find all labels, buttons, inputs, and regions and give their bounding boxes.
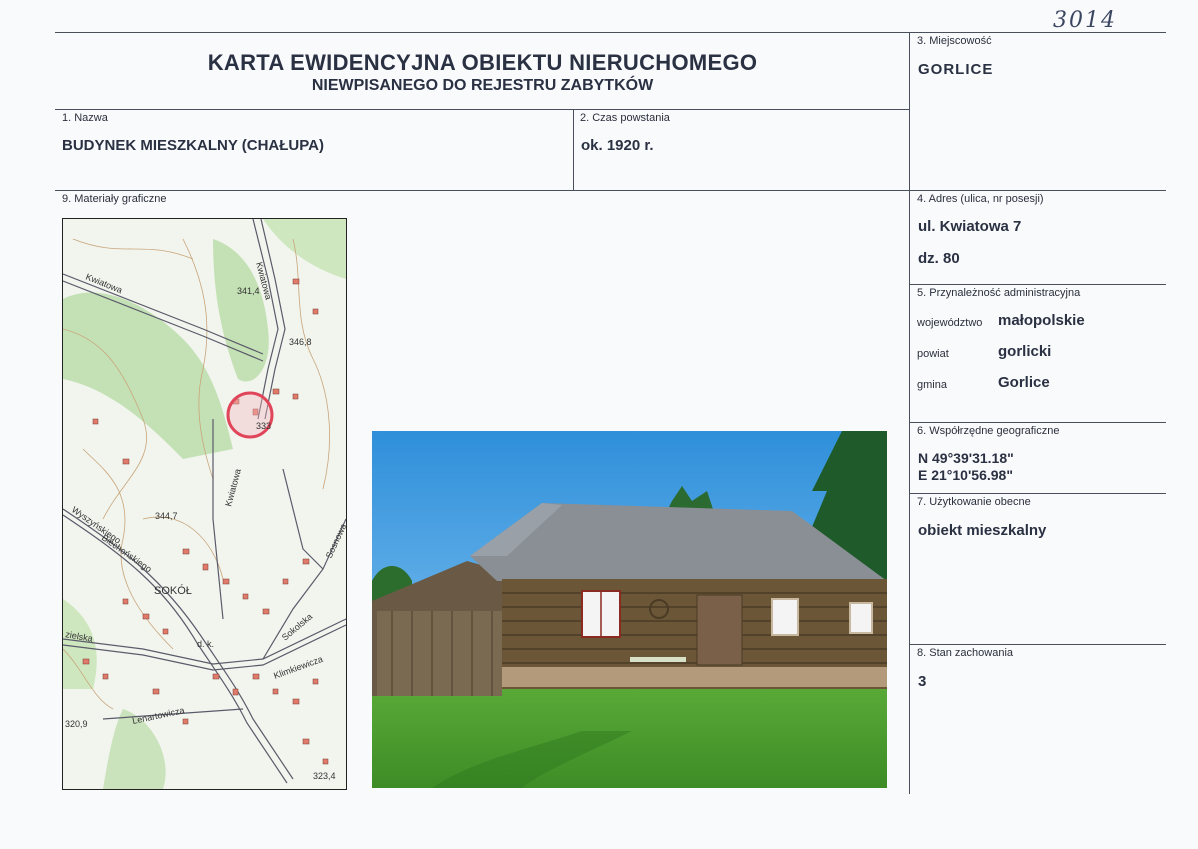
map-label-h344: 344,7 (155, 511, 178, 521)
address-street: ul. Kwiatowa 7 (918, 218, 1022, 235)
address-rule (909, 284, 1166, 285)
right-column-divider (909, 32, 910, 794)
usage-value: obiekt mieszkalny (918, 522, 1047, 539)
card-title: KARTA EWIDENCYJNA OBIEKTU NIERUCHOMEGO (207, 50, 758, 75)
name-label: 1. Nazwa (62, 112, 108, 124)
voivodeship-value: małopolskie (998, 312, 1085, 329)
topographic-map: Kwiatowa Kwiatowa 341,4 346,8 333 344,7 … (63, 219, 346, 789)
commune-value: Gorlice (998, 374, 1050, 391)
name-value: BUDYNEK MIESZKALNY (CHAŁUPA) (62, 137, 324, 154)
coords-longitude: E 21°10'56.98" (918, 467, 1013, 483)
graphics-label: 9. Materiały graficzne (62, 193, 167, 205)
address-label: 4. Adres (ulica, nr posesji) (917, 193, 1044, 205)
condition-label: 8. Stan zachowania (917, 647, 1014, 659)
commune-key: gmina (917, 379, 947, 391)
house-illustration (372, 431, 887, 788)
map-label-dk: d. k. (197, 639, 214, 649)
map-label-sokol: SOKÓŁ (154, 584, 192, 597)
usage-rule (909, 644, 1166, 645)
time-label: 2. Czas powstania (580, 112, 670, 124)
locality-label: 3. Miejscowość (917, 35, 992, 47)
location-map: Kwiatowa Kwiatowa 341,4 346,8 333 344,7 … (62, 218, 347, 790)
top-rule (55, 32, 1166, 33)
building-photo (372, 431, 887, 788)
coords-latitude: N 49°39'31.18" (918, 450, 1014, 466)
usage-label: 7. Użytkowanie obecne (917, 496, 1031, 508)
voivodeship-key: województwo (917, 317, 983, 329)
map-label-h346: 346,8 (289, 337, 312, 347)
record-card: 3014 KARTA EWIDENCYJNA OBIEKTU NIERUCHOM… (0, 0, 1198, 849)
county-key: powiat (917, 348, 949, 360)
card-subtitle: NIEWPISANEGO DO REJESTRU ZABYTKÓW (311, 77, 654, 94)
locality-value: GORLICE (918, 61, 994, 78)
address-plot: dz. 80 (918, 250, 960, 267)
name-time-divider (573, 109, 574, 191)
county-value: gorlicki (998, 343, 1052, 360)
admin-label: 5. Przynależność administracyjna (917, 287, 1081, 299)
map-label-h333: 333 (256, 421, 271, 431)
coords-label: 6. Współrzędne geograficzne (917, 425, 1060, 437)
map-label-h320: 320,9 (65, 719, 88, 729)
admin-rule (909, 422, 1166, 423)
map-label-h341: 341,4 (237, 286, 260, 296)
handwritten-number: 3014 (1053, 8, 1117, 33)
coords-rule (909, 493, 1166, 494)
header-rule (55, 109, 909, 110)
map-label-h323: 323,4 (313, 771, 336, 781)
condition-value: 3 (918, 673, 927, 690)
section-rule (55, 190, 1166, 191)
time-value: ok. 1920 r. (581, 137, 654, 154)
